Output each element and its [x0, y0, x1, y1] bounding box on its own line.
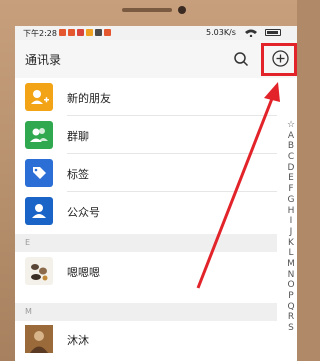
speaker-grille [122, 8, 172, 12]
section-header: M [15, 303, 277, 321]
app-header: 通讯录 [15, 40, 297, 78]
group-chat-item[interactable]: 群聊 [15, 116, 277, 154]
search-icon[interactable] [233, 51, 249, 67]
index-letter[interactable]: L [285, 248, 297, 259]
index-letter[interactable]: M [285, 259, 297, 270]
contact-item[interactable]: 嗯嗯嗯 [15, 252, 277, 290]
wifi-icon [245, 29, 257, 37]
page-title: 通讯录 [25, 53, 62, 67]
notification-icon [86, 29, 93, 36]
index-letter[interactable]: I [285, 216, 297, 227]
contact-name: 沐沐 [67, 334, 89, 347]
index-letter[interactable]: S [285, 323, 297, 334]
index-letter[interactable]: C [285, 152, 297, 163]
network-speed: 5.03K/s [206, 28, 236, 37]
section-header: E [15, 234, 277, 252]
contact-name: 嗯嗯嗯 [67, 266, 100, 279]
index-letter[interactable]: B [285, 141, 297, 152]
notification-icon [59, 29, 66, 36]
alphabet-index[interactable]: ☆ A B C D E F G H I J K L M N O P Q R S [285, 120, 297, 334]
index-letter[interactable]: O [285, 280, 297, 291]
index-letter[interactable]: E [285, 173, 297, 184]
new-friend-icon [25, 83, 53, 111]
index-letter[interactable]: H [285, 206, 297, 217]
index-letter[interactable]: K [285, 238, 297, 249]
battery-icon [265, 29, 281, 36]
index-letter[interactable]: D [285, 163, 297, 174]
notification-icons [59, 29, 111, 36]
list-item-label: 标签 [67, 168, 89, 181]
tags-item[interactable]: 标签 [15, 154, 277, 192]
tag-icon [25, 159, 53, 187]
index-letter[interactable]: N [285, 270, 297, 281]
avatar-image [25, 325, 53, 353]
index-letter[interactable]: Q [285, 302, 297, 313]
index-letter[interactable]: A [285, 131, 297, 142]
index-letter[interactable]: J [285, 227, 297, 238]
index-letter[interactable]: F [285, 184, 297, 195]
highlight-box [261, 43, 297, 76]
list-item-label: 新的朋友 [67, 92, 111, 105]
section-letter: E [25, 238, 31, 247]
new-friends-item[interactable]: 新的朋友 [15, 78, 277, 116]
front-camera [178, 6, 186, 14]
index-letter[interactable]: R [285, 312, 297, 323]
status-time: 下午2:28 [23, 29, 57, 38]
phone-screen: 下午2:28 5.03K/s 通讯录 新的朋友 群聊 标签 公众号 E 嗯嗯嗯 … [15, 26, 297, 361]
list-item-label: 公众号 [67, 206, 100, 219]
section-letter: M [25, 307, 32, 316]
index-letter[interactable]: P [285, 291, 297, 302]
index-letter[interactable]: ☆ [285, 120, 297, 131]
group-chat-icon [25, 121, 53, 149]
status-bar: 下午2:28 5.03K/s [15, 26, 297, 40]
notification-icon [68, 29, 75, 36]
notification-icon [95, 29, 102, 36]
notification-icon [77, 29, 84, 36]
official-accounts-item[interactable]: 公众号 [15, 192, 277, 230]
notification-icon [104, 29, 111, 36]
avatar-image [25, 257, 53, 285]
index-letter[interactable]: G [285, 195, 297, 206]
list-item-label: 群聊 [67, 130, 89, 143]
official-account-icon [25, 197, 53, 225]
contact-item[interactable]: 沐沐 [15, 320, 277, 358]
